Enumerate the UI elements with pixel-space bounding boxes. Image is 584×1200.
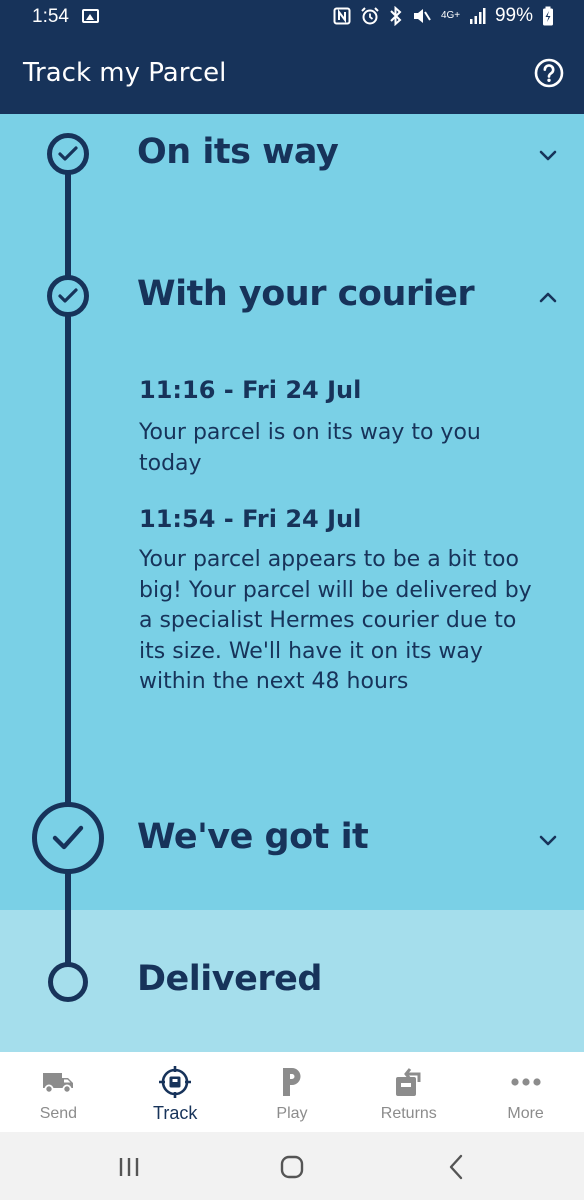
- alarm-icon: [361, 7, 379, 25]
- app-header: Track my Parcel: [0, 36, 584, 114]
- nav-send[interactable]: Send: [0, 1052, 117, 1132]
- nav-label: Send: [39, 1105, 78, 1122]
- bluetooth-icon: [390, 6, 402, 26]
- network-type: 4G+: [440, 10, 461, 21]
- back-icon[interactable]: [442, 1152, 472, 1182]
- nav-label: Play: [276, 1105, 308, 1122]
- help-icon[interactable]: [534, 58, 564, 88]
- mute-icon: [413, 9, 431, 23]
- step-pending-circle: [48, 962, 88, 1002]
- battery-charging-icon: [543, 6, 553, 26]
- nav-label: Returns: [380, 1105, 437, 1122]
- step-title-weve-got-it[interactable]: We've got it: [137, 817, 369, 857]
- step-check-icon: [47, 275, 89, 317]
- step-check-icon: [32, 802, 104, 874]
- status-bar: 1:54 4G+ 99%: [0, 0, 584, 36]
- nav-play[interactable]: Play: [234, 1052, 351, 1132]
- nav-label: More: [507, 1105, 544, 1122]
- recent-apps-icon[interactable]: [114, 1152, 144, 1182]
- nfc-icon: [333, 7, 351, 25]
- step-title-delivered[interactable]: Delivered: [137, 959, 322, 999]
- gallery-notification-icon: [82, 9, 99, 23]
- chevron-up-icon[interactable]: [538, 290, 558, 304]
- home-icon[interactable]: [277, 1152, 307, 1182]
- play-p-icon: [275, 1066, 309, 1098]
- more-dots-icon: [509, 1066, 543, 1098]
- track-target-icon: [158, 1066, 192, 1098]
- nav-returns[interactable]: Returns: [350, 1052, 467, 1132]
- returns-box-icon: [392, 1066, 426, 1098]
- event-timestamp: 11:16 - Fri 24 Jul: [139, 376, 362, 404]
- chevron-down-icon[interactable]: [538, 148, 558, 162]
- battery-percent: 99%: [494, 5, 533, 26]
- signal-icon: [469, 8, 486, 24]
- van-icon: [41, 1066, 75, 1098]
- event-description: Your parcel appears to be a bit too big!…: [139, 547, 532, 694]
- status-icons: 4G+ 99%: [333, 5, 554, 27]
- page-title: Track my Parcel: [23, 58, 227, 88]
- step-title-on-its-way[interactable]: On its way: [137, 132, 339, 172]
- status-time: 1:54: [32, 6, 69, 27]
- chevron-down-icon[interactable]: [538, 833, 558, 847]
- step-check-icon: [47, 133, 89, 175]
- event-timestamp: 11:54 - Fri 24 Jul: [139, 505, 362, 533]
- nav-more[interactable]: More: [467, 1052, 584, 1132]
- nav-label: Track: [153, 1103, 198, 1123]
- event-description: Your parcel is on its way to you today: [139, 420, 481, 476]
- bottom-navigation: Send Track Play Returns More: [0, 1052, 584, 1132]
- nav-track[interactable]: Track: [117, 1052, 234, 1132]
- system-navigation-bar: [0, 1132, 584, 1200]
- tracking-timeline: On its way With your courier 11:16 - Fri…: [0, 114, 584, 1052]
- step-title-with-your-courier[interactable]: With your courier: [137, 274, 475, 314]
